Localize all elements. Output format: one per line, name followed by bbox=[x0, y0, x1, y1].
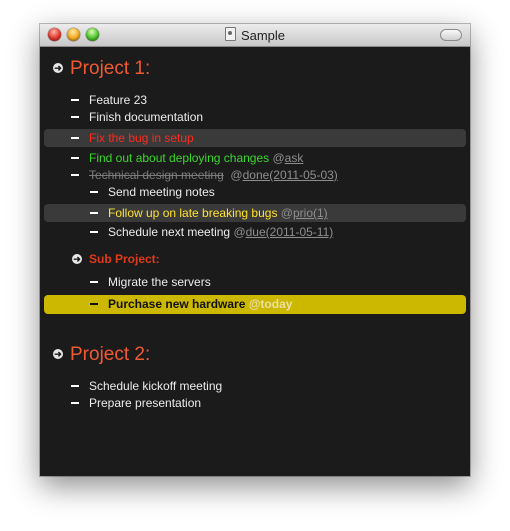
window-title-group: Sample bbox=[40, 27, 470, 43]
task-dash bbox=[90, 191, 98, 193]
task-line: Purchase new hardware @today bbox=[108, 295, 292, 313]
task-item[interactable]: Finish documentation bbox=[44, 108, 466, 126]
task-tag[interactable]: @due(2011-05-11) bbox=[233, 225, 333, 239]
task-item[interactable]: Schedule next meeting @due(2011-05-11) bbox=[44, 223, 466, 241]
tag-at: @ bbox=[272, 151, 285, 165]
project-title: Project 2: bbox=[70, 344, 151, 365]
task-tag[interactable]: @done(2011-05-03) bbox=[230, 168, 337, 182]
task-item[interactable]: Migrate the servers bbox=[44, 273, 466, 291]
tag-value: ask bbox=[284, 151, 304, 165]
task-text: Technical design meeting bbox=[89, 168, 224, 182]
arrow-bullet-icon[interactable]: ➜ bbox=[53, 349, 63, 359]
task-text: Finish documentation bbox=[89, 110, 204, 124]
tag-at: @ bbox=[233, 225, 246, 239]
task-dash bbox=[71, 116, 79, 118]
window-title: Sample bbox=[240, 28, 286, 43]
task-text: Find out about deploying changes bbox=[89, 151, 270, 165]
toolbar-toggle-icon[interactable] bbox=[440, 29, 462, 41]
document-icon bbox=[224, 27, 236, 41]
task-line: Technical design meeting @done(2011-05-0… bbox=[89, 166, 338, 184]
task-dash bbox=[71, 99, 79, 101]
task-line: Follow up on late breaking bugs @prio(1) bbox=[108, 204, 328, 222]
tag-at: @ bbox=[280, 206, 293, 220]
arrow-bullet-icon[interactable]: ➜ bbox=[72, 254, 82, 264]
task-dash bbox=[71, 385, 79, 387]
project-heading[interactable]: ➜ Project 1: bbox=[40, 57, 470, 81]
task-dash bbox=[71, 402, 79, 404]
task-dash bbox=[71, 174, 79, 176]
task-dash bbox=[90, 281, 98, 283]
task-dash bbox=[90, 303, 98, 305]
task-dash bbox=[90, 212, 98, 214]
task-text: Purchase new hardware bbox=[108, 297, 246, 311]
task-tag[interactable]: @prio(1) bbox=[281, 206, 328, 220]
task-text: Schedule next meeting bbox=[108, 225, 231, 239]
task-item-highlighted[interactable]: Fix the bug in setup bbox=[44, 129, 466, 147]
task-line: Find out about deploying changes @ask bbox=[89, 149, 303, 167]
task-dash bbox=[71, 157, 79, 159]
task-item[interactable]: Prepare presentation bbox=[44, 394, 466, 412]
task-tag[interactable]: @today bbox=[249, 297, 293, 311]
document-content[interactable]: ➜ Project 1: Feature 23 Finish documenta… bbox=[40, 47, 470, 476]
tag-value: done(2011-05-03) bbox=[242, 168, 338, 182]
project-title: Project 1: bbox=[70, 58, 151, 79]
subproject-title: Sub Project: bbox=[89, 252, 160, 266]
task-item-highlighted[interactable]: Follow up on late breaking bugs @prio(1) bbox=[44, 204, 466, 222]
tag-value: prio(1) bbox=[292, 206, 328, 220]
task-item-done[interactable]: Technical design meeting @done(2011-05-0… bbox=[44, 166, 466, 184]
tag-at: @ bbox=[230, 168, 243, 182]
task-text: Schedule kickoff meeting bbox=[89, 379, 223, 393]
arrow-bullet-icon[interactable]: ➜ bbox=[53, 63, 63, 73]
task-item-today[interactable]: Purchase new hardware @today bbox=[44, 295, 466, 314]
task-text: Feature 23 bbox=[89, 93, 148, 107]
task-item[interactable]: Send meeting notes bbox=[44, 183, 466, 201]
tag-value: due(2011-05-11) bbox=[245, 225, 334, 239]
task-line: Schedule next meeting @due(2011-05-11) bbox=[108, 223, 333, 241]
task-text: Prepare presentation bbox=[89, 396, 202, 410]
task-dash bbox=[90, 231, 98, 233]
task-item[interactable]: Schedule kickoff meeting bbox=[44, 377, 466, 395]
task-item[interactable]: Feature 23 bbox=[44, 91, 466, 109]
task-dash bbox=[71, 137, 79, 139]
task-tag[interactable]: @ask bbox=[272, 151, 303, 165]
task-item[interactable]: Find out about deploying changes @ask bbox=[44, 149, 466, 167]
title-bar[interactable]: Sample bbox=[40, 24, 470, 47]
project-heading[interactable]: ➜ Project 2: bbox=[40, 343, 470, 367]
task-text: Migrate the servers bbox=[108, 275, 211, 289]
task-text: Fix the bug in setup bbox=[89, 131, 194, 145]
task-text: Send meeting notes bbox=[108, 185, 215, 199]
task-text: Follow up on late breaking bugs bbox=[108, 206, 278, 220]
app-window: Sample ➜ Project 1: Feature 23 Finish do… bbox=[40, 24, 470, 476]
subproject-heading[interactable]: ➜ Sub Project: bbox=[40, 250, 470, 268]
